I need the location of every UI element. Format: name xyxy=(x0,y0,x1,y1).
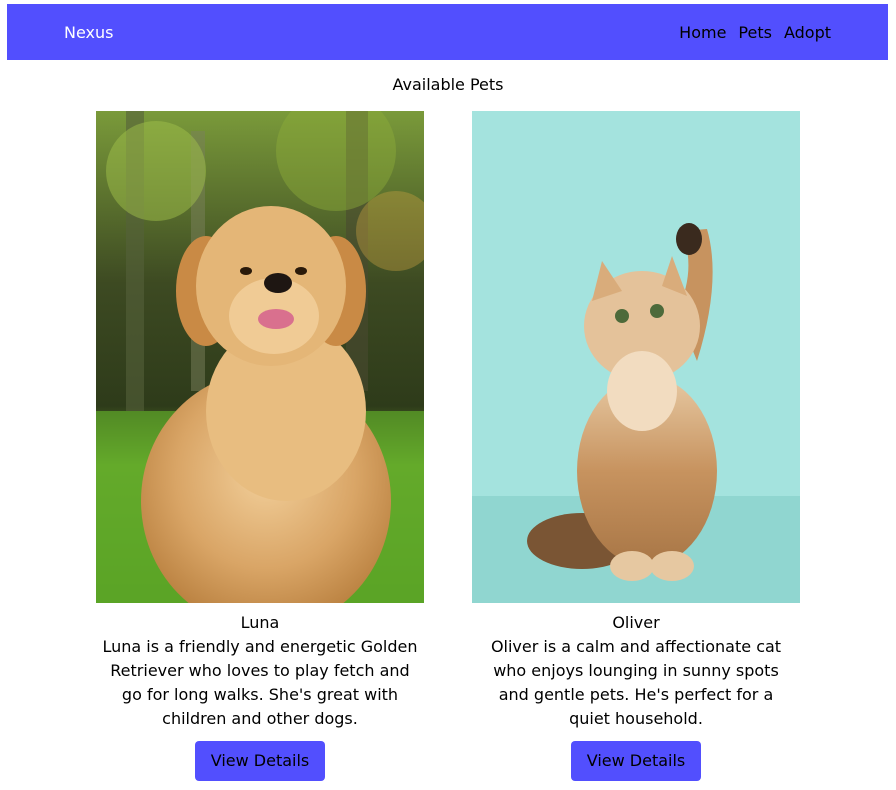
pet-description: Oliver is a calm and affectionate cat wh… xyxy=(490,637,782,728)
pet-photo-luna xyxy=(96,111,424,603)
pet-name: Luna xyxy=(240,613,280,632)
pet-description: Luna is a friendly and energetic Golden … xyxy=(102,637,418,728)
brand-logo[interactable]: Nexus xyxy=(64,23,113,42)
nav-adopt-link[interactable]: Adopt xyxy=(784,23,831,42)
pet-card-luna: Luna Luna is a friendly and energetic Go… xyxy=(96,111,424,781)
view-details-button-oliver[interactable]: View Details xyxy=(570,741,702,781)
nav-pets-link[interactable]: Pets xyxy=(738,23,772,42)
navbar: Nexus Home Pets Adopt xyxy=(7,4,888,60)
view-details-button-luna[interactable]: View Details xyxy=(194,741,326,781)
pet-card-oliver: Oliver Oliver is a calm and affectionate… xyxy=(472,111,800,781)
pet-photo-oliver xyxy=(472,111,800,603)
pet-name: Oliver xyxy=(612,613,660,632)
page-title: Available Pets xyxy=(392,75,504,94)
main-nav: Home Pets Adopt xyxy=(679,23,831,42)
nav-home-link[interactable]: Home xyxy=(679,23,726,42)
